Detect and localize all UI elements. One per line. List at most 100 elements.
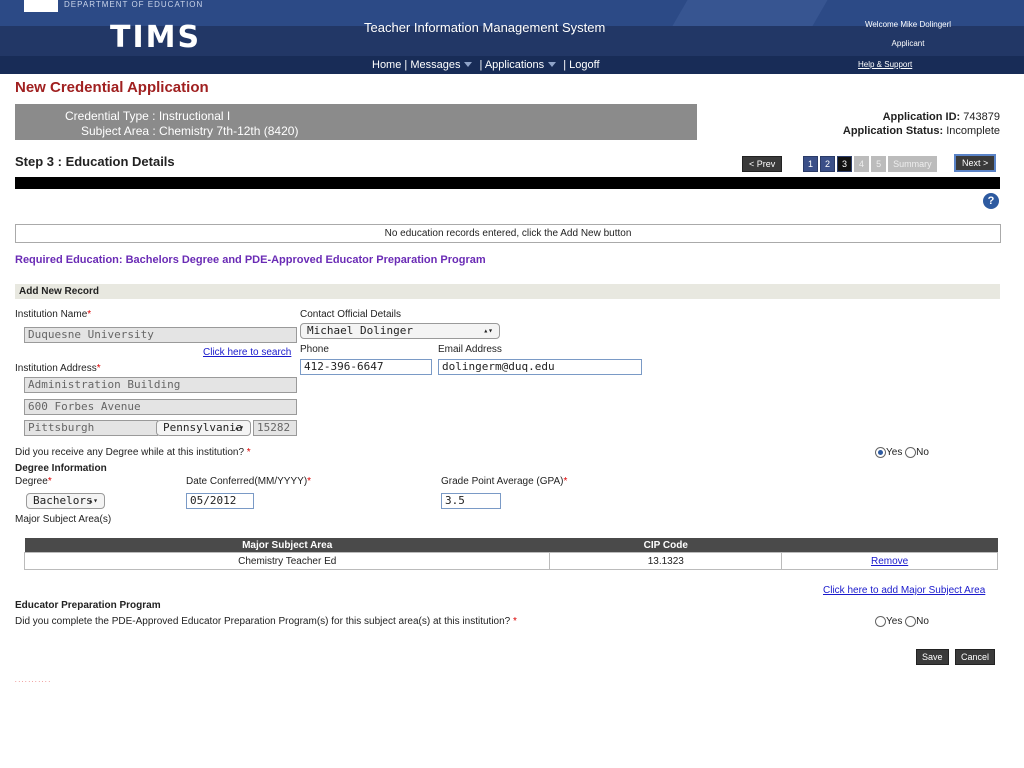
institution-name-label: Institution Name* — [15, 309, 91, 320]
cip-cell: 13.1323 — [549, 552, 783, 570]
save-button[interactable]: Save — [916, 649, 949, 665]
prep-no-radio[interactable] — [905, 616, 917, 627]
main-nav: Home | Messages | Applications | Logoff — [372, 59, 600, 71]
date-conferred-field[interactable]: 05/2012 — [186, 493, 254, 509]
nav-logoff[interactable]: Logoff — [569, 59, 599, 71]
date-conferred-label: Date Conferred(MM/YYYY)* — [186, 476, 311, 487]
step-5: 5 — [871, 156, 887, 172]
nav-messages[interactable]: Messages — [410, 59, 460, 71]
prep-yes-radio[interactable] — [875, 616, 886, 627]
search-institution-link[interactable]: Click here to search — [203, 347, 291, 358]
no-records-text: No education records entered, click the … — [384, 228, 632, 239]
department-label: DEPARTMENT OF EDUCATION — [64, 0, 204, 9]
prep-question-text: Did you complete the PDE-Approved Educat… — [15, 616, 511, 627]
gpa-field[interactable]: 3.5 — [441, 493, 501, 509]
email-field[interactable]: dolingerm@duq.edu — [438, 359, 642, 375]
step-3[interactable]: 3 — [837, 156, 853, 172]
credential-summary-bar: Credential Type : Instructional I Subjec… — [15, 104, 697, 140]
select-arrows-icon: ▴▾ — [234, 423, 244, 432]
step-2[interactable]: 2 — [820, 156, 836, 172]
required-marker: * — [87, 309, 92, 320]
city-field[interactable]: Pittsburgh — [24, 420, 158, 436]
contact-official-value: Michael Dolinger — [307, 324, 413, 337]
help-icon[interactable]: ? — [983, 193, 999, 209]
application-info: Application ID: 743879 Application Statu… — [843, 110, 1000, 138]
major-subject-label: Major Subject Area(s) — [15, 514, 112, 525]
header-banner: DEPARTMENT OF EDUCATION TIMS Teacher Inf… — [0, 0, 1024, 74]
step-summary: Summary — [888, 156, 937, 172]
email-label: Email Address — [438, 344, 502, 355]
column-header-action — [781, 538, 998, 553]
required-field-footnote: . . . . . . . . . . . — [15, 678, 51, 684]
chevron-down-icon[interactable] — [464, 62, 473, 67]
nav-applications[interactable]: Applications — [485, 59, 544, 71]
required-marker: * — [47, 476, 52, 487]
nav-separator: | — [479, 59, 483, 71]
add-new-record-title: Add New Record — [19, 286, 100, 297]
institution-address-label: Institution Address* — [15, 363, 101, 374]
column-header-cip: CIP Code — [549, 538, 782, 553]
add-new-record-header: Add New Record — [15, 284, 1000, 299]
required-marker: * — [246, 447, 251, 458]
add-major-link[interactable]: Click here to add Major Subject Area — [823, 585, 985, 596]
zip-field[interactable]: 15282 — [253, 420, 297, 436]
state-seal-icon — [24, 0, 58, 12]
degree-yes-label: Yes — [886, 447, 903, 459]
institution-name-field[interactable]: Duquesne University — [24, 327, 297, 343]
credential-type: Credential Type : Instructional I — [65, 109, 231, 123]
required-education-heading: Required Education: Bachelors Degree and… — [15, 254, 486, 266]
select-arrows-icon: ▴▾ — [483, 326, 493, 335]
degree-question: Did you receive any Degree while at this… — [15, 447, 251, 458]
institution-address-label-text: Institution Address — [15, 363, 97, 374]
degree-no-radio[interactable] — [905, 447, 917, 458]
no-records-message-box: No education records entered, click the … — [15, 224, 1001, 243]
step-4: 4 — [854, 156, 870, 172]
step-title: Step 3 : Education Details — [15, 154, 175, 169]
system-title: Teacher Information Management System — [364, 20, 606, 35]
contact-official-select[interactable]: Michael Dolinger ▴▾ — [300, 323, 500, 339]
address-line1-field[interactable]: Administration Building — [24, 377, 297, 393]
page-title: New Credential Application — [15, 79, 209, 96]
nav-home[interactable]: Home — [372, 59, 401, 71]
contact-official-label: Contact Official Details — [300, 309, 401, 320]
column-header-subject: Major Subject Area — [24, 538, 550, 553]
degree-select[interactable]: Bachelors ▴▾ — [26, 493, 105, 509]
prep-question: Did you complete the PDE-Approved Educat… — [15, 616, 517, 627]
address-line2-field[interactable]: 600 Forbes Avenue — [24, 399, 297, 415]
degree-yes-radio[interactable] — [875, 447, 886, 458]
prep-yes-label: Yes — [886, 616, 903, 628]
required-marker: * — [513, 616, 517, 627]
next-button[interactable]: Next > — [954, 154, 997, 172]
state-select-value: Pennsylvania — [163, 421, 243, 434]
prep-no-label: No — [916, 616, 929, 628]
major-subject-table: Major Subject Area CIP Code Chemistry Te… — [23, 538, 998, 570]
cancel-button[interactable]: Cancel — [955, 649, 996, 665]
nav-separator: | — [563, 59, 567, 71]
degree-select-value: Bachelors — [33, 494, 93, 507]
subject-area: Subject Area : Chemistry 7th-12th (8420) — [81, 124, 299, 138]
header-decoration — [672, 0, 828, 26]
phone-field[interactable]: 412-396-6647 — [300, 359, 432, 375]
remove-link[interactable]: Remove — [871, 556, 908, 567]
prep-radio-group: Yes No — [875, 616, 929, 627]
institution-name-label-text: Institution Name — [15, 309, 88, 320]
app-id-label: Application ID: — [882, 111, 961, 123]
app-id-value: 743879 — [963, 111, 1000, 123]
nav-separator: | — [404, 59, 408, 71]
date-conferred-label-text: Date Conferred(MM/YYYY) — [186, 476, 308, 487]
prev-button[interactable]: < Prev — [742, 156, 783, 172]
welcome-text: Welcome Mike Dolingerl — [864, 20, 952, 29]
chevron-down-icon[interactable] — [548, 62, 557, 67]
degree-label: Degree* — [15, 476, 52, 487]
degree-no-label: No — [916, 447, 929, 459]
state-select[interactable]: Pennsylvania ▴▾ — [156, 420, 251, 436]
step-1[interactable]: 1 — [803, 156, 819, 172]
required-marker: * — [307, 476, 312, 487]
gpa-label-text: Grade Point Average (GPA) — [441, 476, 564, 487]
prep-program-heading: Educator Preparation Program — [15, 600, 161, 611]
required-marker: * — [563, 476, 568, 487]
app-status-value: Incomplete — [946, 125, 1000, 137]
phone-label: Phone — [300, 344, 329, 355]
help-support-link[interactable]: Help & Support — [858, 60, 912, 69]
table-row: Chemistry Teacher Ed 13.1323 Remove — [23, 552, 998, 570]
